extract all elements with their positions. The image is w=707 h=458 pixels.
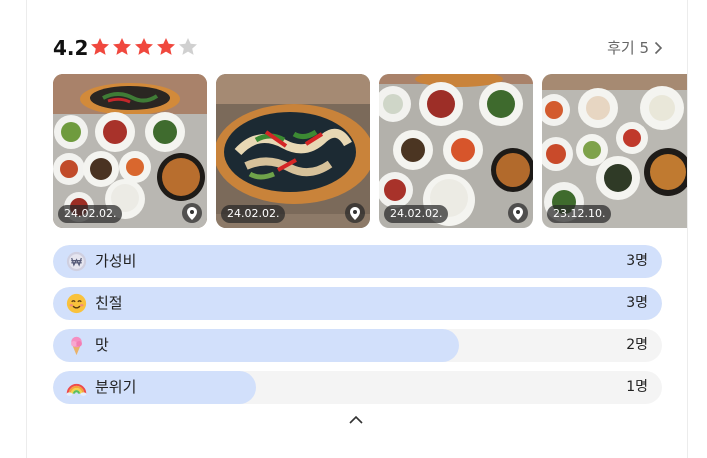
rating-score: 4.2	[53, 36, 89, 60]
star-icon	[135, 38, 153, 55]
photo-date-badge: 24.02.02.	[384, 205, 449, 223]
keyword-label: 맛	[95, 336, 109, 354]
keyword-bar-fill	[53, 329, 460, 362]
collapse-button[interactable]	[346, 412, 366, 428]
reviews-link-label: 후기 5	[607, 39, 649, 57]
photo-date-badge: 24.02.02.	[58, 205, 123, 223]
review-photo[interactable]: 23.12.10.	[542, 74, 687, 228]
keyword-bar-fill	[53, 287, 662, 320]
keyword-bar-kindness[interactable]: 친절 3명	[53, 287, 662, 320]
location-pin-icon[interactable]	[508, 203, 528, 223]
chevron-right-icon	[654, 41, 663, 55]
photo-strip[interactable]: 24.02.02. 24.02.02. 24.02.02. 23.12.10.	[53, 74, 687, 228]
keyword-label: 분위기	[95, 378, 137, 396]
review-photo[interactable]: 24.02.02.	[53, 74, 207, 228]
location-pin-icon[interactable]	[345, 203, 365, 223]
keyword-bar-taste[interactable]: 맛 2명	[53, 329, 662, 362]
review-photo[interactable]: 24.02.02.	[216, 74, 370, 228]
keyword-bar-fill	[53, 245, 662, 278]
smiling-face-icon	[66, 293, 87, 314]
star-icon	[179, 38, 197, 55]
keyword-count: 1명	[626, 379, 648, 395]
keyword-count: 3명	[626, 253, 648, 269]
star-icon	[113, 38, 131, 55]
keyword-count: 3명	[626, 295, 648, 311]
reviews-link[interactable]: 후기 5	[607, 34, 663, 62]
won-coin-icon	[66, 251, 87, 272]
location-pin-icon[interactable]	[182, 203, 202, 223]
keyword-bar-value[interactable]: 가성비 3명	[53, 245, 662, 278]
star-icon	[91, 38, 109, 55]
star-icon	[157, 38, 175, 55]
keyword-bar-atmosphere[interactable]: 분위기 1명	[53, 371, 662, 404]
rating-stars	[89, 36, 199, 58]
chevron-up-icon	[349, 415, 363, 424]
keyword-count: 2명	[626, 337, 648, 353]
photo-date-badge: 24.02.02.	[221, 205, 286, 223]
keyword-bars: 가성비 3명 친절 3명 맛 2명 분위기 1명	[53, 245, 662, 413]
photo-date-badge: 23.12.10.	[547, 205, 612, 223]
keyword-label: 친절	[95, 294, 123, 312]
keyword-label: 가성비	[95, 252, 137, 270]
rainbow-icon	[66, 383, 87, 396]
review-photo[interactable]: 24.02.02.	[379, 74, 533, 228]
ice-cream-icon	[71, 336, 82, 356]
rating-header: 4.2 후기 5	[53, 34, 663, 62]
